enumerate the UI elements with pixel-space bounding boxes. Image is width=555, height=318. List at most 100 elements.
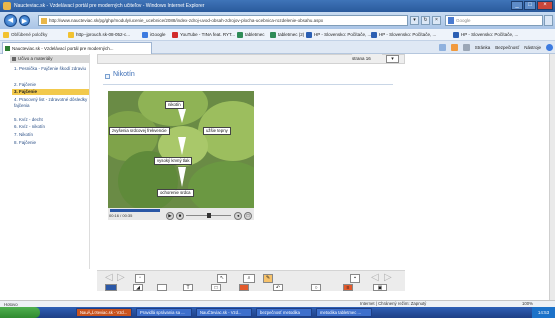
help-icon[interactable] — [546, 44, 553, 51]
favorite-link-1[interactable]: http--jprouch.sk-08-052-c... — [68, 31, 130, 39]
sidebar-item-3[interactable]: 3. Fajčenie — [12, 89, 89, 95]
search-input[interactable]: Google — [445, 15, 543, 26]
next-page-icon[interactable]: ▷ — [117, 273, 125, 283]
prev-icon[interactable]: ◁ — [371, 273, 379, 283]
menu-tools[interactable]: Nástroje — [524, 43, 541, 53]
hp-icon — [306, 32, 312, 38]
google-icon — [448, 17, 454, 24]
add-button[interactable]: ▪ — [350, 274, 360, 283]
menu-safety[interactable]: Bezpečnosť — [495, 43, 519, 53]
lesson-title: Nikotín — [113, 71, 135, 78]
sidebar-item-8[interactable]: 8. Fajčenie — [14, 140, 88, 146]
play-button[interactable]: ▶ — [166, 212, 174, 220]
video-player[interactable]: nikotín zvyšenia srdcovej frekvencie užš… — [108, 91, 254, 208]
undo-tool[interactable]: ↶ — [273, 284, 283, 291]
address-field[interactable]: http://www.naucteviac.sk/pg/ghp/moduly/u… — [38, 15, 408, 26]
page-icon — [41, 18, 47, 24]
hp-icon — [453, 32, 459, 38]
security-zone[interactable]: Internet | Chránený režim: Zapnutý — [360, 300, 426, 307]
command-bar: Stránka Bezpečnosť Nástroje — [438, 43, 553, 53]
sidebar-item-4[interactable]: 4. Pracovný list - zdravotné dôsledky fa… — [14, 97, 88, 108]
sidebar-item-5[interactable]: 5. Kvíz - decht — [14, 117, 88, 123]
mute-button[interactable]: ◂ — [234, 212, 242, 220]
taskbar-clock[interactable]: 14:53 — [532, 307, 555, 318]
rect-tool[interactable]: □ — [211, 284, 221, 291]
favorite-link-7[interactable]: HP - Slovensko: Počítače, ... — [371, 31, 436, 39]
text-tool[interactable]: T — [183, 284, 193, 291]
next-icon[interactable]: ▷ — [384, 273, 392, 283]
favorite-link-5[interactable]: tabletmec (2) — [270, 31, 304, 39]
favorites-button[interactable]: Obľúbené položky — [3, 31, 47, 39]
fullscreen-button[interactable]: □ — [244, 212, 252, 220]
sidebar-item-7[interactable]: 7. Nikotín — [14, 132, 88, 138]
prev-page-icon[interactable]: ◁ — [105, 273, 113, 283]
rss-icon[interactable] — [450, 44, 458, 51]
favorite-link-4[interactable]: tabletmec — [237, 31, 265, 39]
search-placeholder: Google — [456, 18, 471, 23]
search-go-button[interactable] — [544, 15, 553, 26]
home-icon[interactable] — [438, 44, 446, 51]
highlight-tool[interactable]: ✎ — [263, 274, 273, 283]
taskbar-item-1[interactable]: NauĂ„Ĺ¤teviac.sk - Vzd... — [76, 308, 132, 317]
forward-button[interactable]: ▶ — [19, 15, 30, 26]
star-icon — [3, 32, 9, 38]
save-tool[interactable]: ▣ — [373, 284, 387, 291]
menu-page[interactable]: Stránka — [475, 43, 491, 53]
favorite-link-6[interactable]: HP - Slovensko: Počítače, ... — [306, 31, 371, 39]
page-scrollbar[interactable] — [549, 54, 555, 300]
slide-button[interactable]: ▫ — [135, 274, 145, 283]
window-controls: _ □ × — [511, 1, 553, 11]
favorite-icon — [270, 32, 276, 38]
diagram-node-blood-pressure: vysoký krvný tlak — [154, 157, 193, 165]
taskbar-item-3[interactable]: NauČteviac.sk - Vzd... — [196, 308, 252, 317]
site-icon — [5, 46, 10, 51]
sidebar-item-1[interactable]: 1. Pesnička - Fajčenie škodí zdraviu — [14, 66, 88, 72]
color-tool[interactable] — [239, 284, 249, 291]
pointer-tool[interactable]: ↖ — [217, 274, 227, 283]
taskbar-item-4[interactable]: bezpečnosť metodika — [256, 308, 312, 317]
volume-knob[interactable] — [207, 213, 211, 218]
maximize-button[interactable]: □ — [524, 1, 536, 10]
lesson-icon — [105, 74, 110, 79]
circle-tool[interactable]: ○ — [311, 284, 321, 291]
window-title-bar: Naucteviac.sk - Vzdelávací portál pre mo… — [0, 0, 555, 12]
shape-tool[interactable] — [105, 284, 117, 291]
title-divider — [103, 84, 393, 85]
line-tool[interactable]: ◢ — [133, 284, 143, 291]
hp-icon — [371, 32, 377, 38]
list-tool[interactable]: ≡ — [343, 284, 353, 291]
stop-button[interactable]: × — [432, 16, 441, 25]
eraser-tool[interactable] — [157, 284, 167, 291]
sidebar-header[interactable]: Učivo a materiály — [10, 55, 90, 63]
zoom-level[interactable]: 100% — [522, 300, 533, 307]
sidebar-item-6[interactable]: 6. Kvíz - nikotín — [14, 124, 88, 130]
leaf-shape — [188, 161, 254, 208]
taskbar-item-2[interactable]: Pravidlá správania sa ... — [136, 308, 192, 317]
diagram-node-nicotine: nikotín — [165, 101, 184, 109]
sidebar-item-2[interactable]: 2. Fajčenie — [14, 82, 88, 88]
close-button[interactable]: × — [537, 1, 553, 10]
page-number: 16 — [365, 56, 371, 61]
stop-video-button[interactable]: ■ — [176, 212, 184, 220]
arrow-down-icon — [178, 167, 186, 187]
arrow-down-icon — [178, 137, 186, 155]
print-icon[interactable] — [462, 44, 470, 51]
favorite-link-2[interactable]: iGoogle — [142, 31, 166, 39]
start-button[interactable] — [0, 307, 40, 318]
taskbar-item-5[interactable]: metodika tabletmec ... — [316, 308, 372, 317]
bottom-toolbar: ◁ ▷ ▫ ↖ ⌕ ✎ ▪ ◁ ▷ ◢ T □ ↶ ○ ≡ ▣ — [97, 270, 405, 291]
address-url: http://www.naucteviac.sk/pg/ghp/moduly/u… — [49, 18, 324, 23]
back-button[interactable]: ◀ — [4, 14, 17, 27]
favorite-link-3[interactable]: YouTube - TINA feat. RYT... — [172, 31, 235, 39]
window-title: Naucteviac.sk - Vzdelávací portál pre mo… — [14, 3, 205, 9]
refresh-button[interactable]: ↻ — [421, 16, 430, 25]
video-progress-bar[interactable] — [110, 209, 160, 212]
minimize-button[interactable]: _ — [511, 1, 523, 10]
page-select-dropdown[interactable]: ▾ — [386, 55, 399, 63]
zoom-tool[interactable]: ⌕ — [243, 274, 255, 283]
favorite-icon — [237, 32, 243, 38]
browser-tab[interactable]: Naucteviac.sk - Vzdelávací portál pre mo… — [2, 42, 152, 54]
collapse-icon — [12, 57, 16, 61]
favorite-link-8[interactable]: HP - Slovensko: Počítače, ... — [453, 31, 518, 39]
compat-view-button[interactable]: ▾ — [410, 16, 419, 25]
